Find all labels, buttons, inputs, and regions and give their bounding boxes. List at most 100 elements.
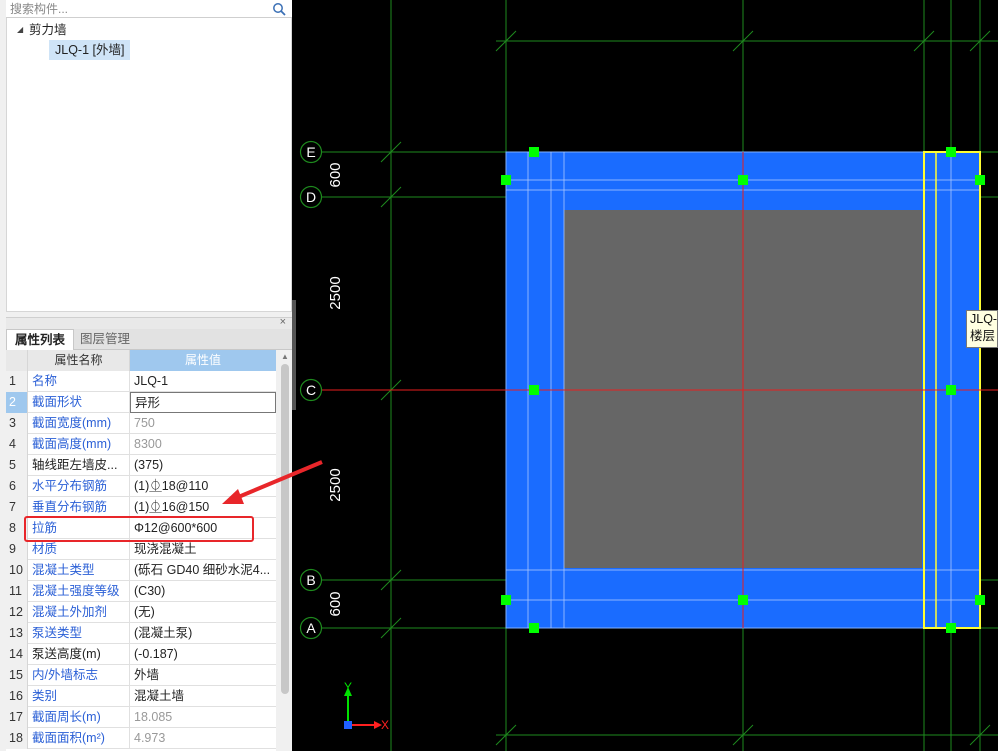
table-row[interactable]: 11 混凝土强度等级 (C30) (6, 581, 276, 602)
property-table: 属性名称 属性值 1 名称 JLQ-1 2 截面形状 异形 3 截面宽度(mm) 750 4 截面高… (6, 350, 276, 751)
axis-bubble-label: E (306, 144, 315, 160)
table-row[interactable]: 2 截面形状 异形 (6, 392, 276, 413)
property-value[interactable]: Φ12@600*600 (130, 518, 276, 539)
table-row[interactable]: 8 拉筋 Φ12@600*600 (6, 518, 276, 539)
search-icon[interactable] (272, 2, 286, 16)
axis-bubbles: E D C B A (299, 140, 323, 640)
search-input[interactable] (10, 1, 260, 17)
property-value[interactable]: (1)⏂18@110 (130, 476, 276, 497)
property-value[interactable]: 外墙 (130, 665, 276, 686)
property-value[interactable]: 4.973 (130, 728, 276, 749)
table-row[interactable]: 9 材质 现浇混凝土 (6, 539, 276, 560)
grip-point[interactable] (946, 385, 956, 395)
property-value[interactable]: JLQ-1 (130, 371, 276, 392)
ucs-icon: YX (344, 680, 389, 732)
wall-tooltip-line: JLQ- (970, 312, 998, 326)
property-value[interactable]: 750 (130, 413, 276, 434)
row-number: 13 (6, 623, 28, 644)
drawing-canvas[interactable]: 600 2500 2500 600 EDCBA YX (296, 0, 998, 751)
wall-tooltip: JLQ- 楼层 (966, 310, 998, 348)
property-name: 截面形状 (28, 392, 130, 413)
panel-tabs: 属性列表 图层管理 (6, 329, 292, 350)
search-bar (6, 0, 292, 18)
property-name: 混凝土强度等级 (28, 581, 130, 602)
table-row[interactable]: 7 垂直分布钢筋 (1)⏂16@150 (6, 497, 276, 518)
dimension-text: 2500 (327, 468, 344, 501)
table-row[interactable]: 5 轴线距左墙皮... (375) (6, 455, 276, 476)
table-row[interactable]: 16 类别 混凝土墙 (6, 686, 276, 707)
tab-layer-management[interactable]: 图层管理 (72, 329, 138, 350)
axis-bubble-label: A (306, 620, 316, 636)
table-row[interactable]: 10 混凝土类型 (砾石 GD40 细砂水泥4... (6, 560, 276, 581)
row-number: 8 (6, 518, 28, 539)
close-icon[interactable]: × (280, 316, 286, 328)
property-value[interactable]: (混凝土泵) (130, 623, 276, 644)
property-value[interactable]: (C30) (130, 581, 276, 602)
property-scrollbar[interactable]: ▲ (278, 350, 292, 751)
property-name: 材质 (28, 539, 130, 560)
row-number: 12 (6, 602, 28, 623)
row-number: 2 (6, 392, 28, 413)
grip-point[interactable] (975, 595, 985, 605)
axis-bubble-label: B (306, 572, 315, 588)
drawing-svg: 60025002500600 EDCBA YX (299, 0, 998, 751)
grip-point[interactable] (501, 175, 511, 185)
grip-point[interactable] (738, 595, 748, 605)
header-property-value: 属性值 (130, 350, 276, 371)
header-property-name: 属性名称 (28, 350, 130, 371)
grip-point[interactable] (529, 623, 539, 633)
tree-node-jlq-1[interactable]: JLQ-1 [外墙] (49, 40, 131, 60)
property-value[interactable]: (无) (130, 602, 276, 623)
expand-caret-icon[interactable]: ◢ (17, 20, 29, 40)
grip-point[interactable] (946, 623, 956, 633)
table-row[interactable]: 13 泵送类型 (混凝土泵) (6, 623, 276, 644)
property-value[interactable]: (砾石 GD40 细砂水泥4... (130, 560, 276, 581)
grip-point[interactable] (501, 595, 511, 605)
table-row[interactable]: 1 名称 JLQ-1 (6, 371, 276, 392)
property-value[interactable]: (1)⏂16@150 (130, 497, 276, 518)
property-value[interactable]: 异形 (130, 392, 276, 413)
wall-tooltip-line: 楼层 (970, 329, 996, 343)
grip-point[interactable] (529, 385, 539, 395)
table-row[interactable]: 3 截面宽度(mm) 750 (6, 413, 276, 434)
panel-splitter[interactable]: × (6, 316, 292, 329)
row-number: 1 (6, 371, 28, 392)
table-row[interactable]: 17 截面周长(m) 18.085 (6, 707, 276, 728)
table-row[interactable]: 15 内/外墙标志 外墙 (6, 665, 276, 686)
grip-point[interactable] (946, 147, 956, 157)
table-row[interactable]: 12 混凝土外加剂 (无) (6, 602, 276, 623)
property-name: 拉筋 (28, 518, 130, 539)
grip-point[interactable] (529, 147, 539, 157)
scroll-up-icon[interactable]: ▲ (281, 352, 289, 361)
property-value[interactable]: 8300 (130, 434, 276, 455)
property-name: 混凝土类型 (28, 560, 130, 581)
axis-bubble-label: D (306, 189, 316, 205)
property-value[interactable]: 混凝土墙 (130, 686, 276, 707)
tree-node-shear-wall[interactable]: ◢ 剪力墙 (17, 20, 67, 40)
property-name: 截面面积(m²) (28, 728, 130, 749)
row-number: 9 (6, 539, 28, 560)
property-name: 混凝土外加剂 (28, 602, 130, 623)
table-row[interactable]: 14 泵送高度(m) (-0.187) (6, 644, 276, 665)
row-number: 15 (6, 665, 28, 686)
component-tree: ◢ 剪力墙 JLQ-1 [外墙] (6, 18, 292, 312)
table-row[interactable]: 4 截面高度(mm) 8300 (6, 434, 276, 455)
property-value[interactable]: (375) (130, 455, 276, 476)
grip-point[interactable] (975, 175, 985, 185)
property-name: 名称 (28, 371, 130, 392)
table-row[interactable]: 18 截面面积(m²) 4.973 (6, 728, 276, 749)
property-name: 泵送类型 (28, 623, 130, 644)
property-value[interactable]: 现浇混凝土 (130, 539, 276, 560)
grip-point[interactable] (738, 175, 748, 185)
ucs-x-label: X (381, 718, 389, 732)
row-number: 6 (6, 476, 28, 497)
property-name: 水平分布钢筋 (28, 476, 130, 497)
table-row[interactable]: 6 水平分布钢筋 (1)⏂18@110 (6, 476, 276, 497)
tab-property-list[interactable]: 属性列表 (6, 329, 75, 350)
row-number: 18 (6, 728, 28, 749)
property-value[interactable]: 18.085 (130, 707, 276, 728)
row-number: 3 (6, 413, 28, 434)
header-row-number (6, 350, 28, 371)
property-value[interactable]: (-0.187) (130, 644, 276, 665)
scrollbar-thumb[interactable] (281, 364, 289, 694)
